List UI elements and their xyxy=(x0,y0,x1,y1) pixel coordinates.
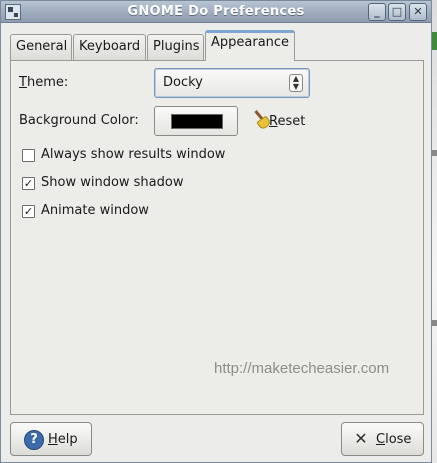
theme-label-mnemonic: T xyxy=(19,75,27,90)
window-close-button[interactable]: ✕ xyxy=(409,3,427,21)
always-show-results-checkbox[interactable] xyxy=(22,149,35,162)
theme-label: Theme: xyxy=(19,75,68,90)
always-show-results-label[interactable]: Always show results window xyxy=(41,147,225,162)
close-label-mnemonic: C xyxy=(376,432,386,447)
theme-label-text: heme: xyxy=(26,75,69,90)
minimize-button[interactable]: _ xyxy=(368,3,386,21)
window-title: GNOME Do Preferences xyxy=(127,4,305,19)
help-icon: ? xyxy=(24,430,44,450)
close-label-text: lose xyxy=(385,432,412,447)
title-bar[interactable]: GNOME Do Preferences _ □ ✕ xyxy=(1,1,431,23)
close-icon: ✕ xyxy=(354,429,368,448)
help-label-mnemonic: H xyxy=(48,432,58,447)
show-window-shadow-checkbox[interactable]: ✓ xyxy=(22,177,35,190)
show-window-shadow-label[interactable]: Show window shadow xyxy=(41,175,183,190)
reset-button[interactable]: Reset xyxy=(251,111,305,131)
desktop-icon-fragment xyxy=(432,32,437,50)
broom-icon xyxy=(251,111,269,129)
animate-window-checkbox[interactable]: ✓ xyxy=(22,205,35,218)
theme-select[interactable]: Docky ▲ ▼ xyxy=(154,68,310,98)
animate-window-label[interactable]: Animate window xyxy=(41,203,149,218)
background-color-button[interactable] xyxy=(154,106,238,136)
tab-plugins[interactable]: Plugins xyxy=(147,34,204,60)
close-button[interactable]: ✕ Close xyxy=(341,422,424,456)
tab-general[interactable]: General xyxy=(10,34,72,60)
desktop-fragment xyxy=(432,320,437,326)
theme-select-value: Docky xyxy=(163,75,203,90)
tab-keyboard[interactable]: Keyboard xyxy=(73,34,146,60)
background-color-label: Background Color: xyxy=(19,113,139,128)
maximize-button[interactable]: □ xyxy=(388,3,406,21)
help-label: Help xyxy=(48,432,78,447)
close-label: Close xyxy=(376,432,411,447)
preferences-window: GNOME Do Preferences _ □ ✕ General Keybo… xyxy=(0,0,432,463)
help-button[interactable]: ? Help xyxy=(10,422,92,456)
select-arrows-icon: ▲ ▼ xyxy=(289,74,303,92)
tab-appearance[interactable]: Appearance xyxy=(205,30,295,61)
desktop-fragment xyxy=(432,150,437,156)
color-swatch xyxy=(171,114,223,129)
watermark-text: http://maketecheasier.com xyxy=(214,360,390,377)
desktop-background-strip xyxy=(432,0,437,463)
help-label-text: elp xyxy=(57,432,78,447)
reset-label-text: eset xyxy=(277,114,306,129)
